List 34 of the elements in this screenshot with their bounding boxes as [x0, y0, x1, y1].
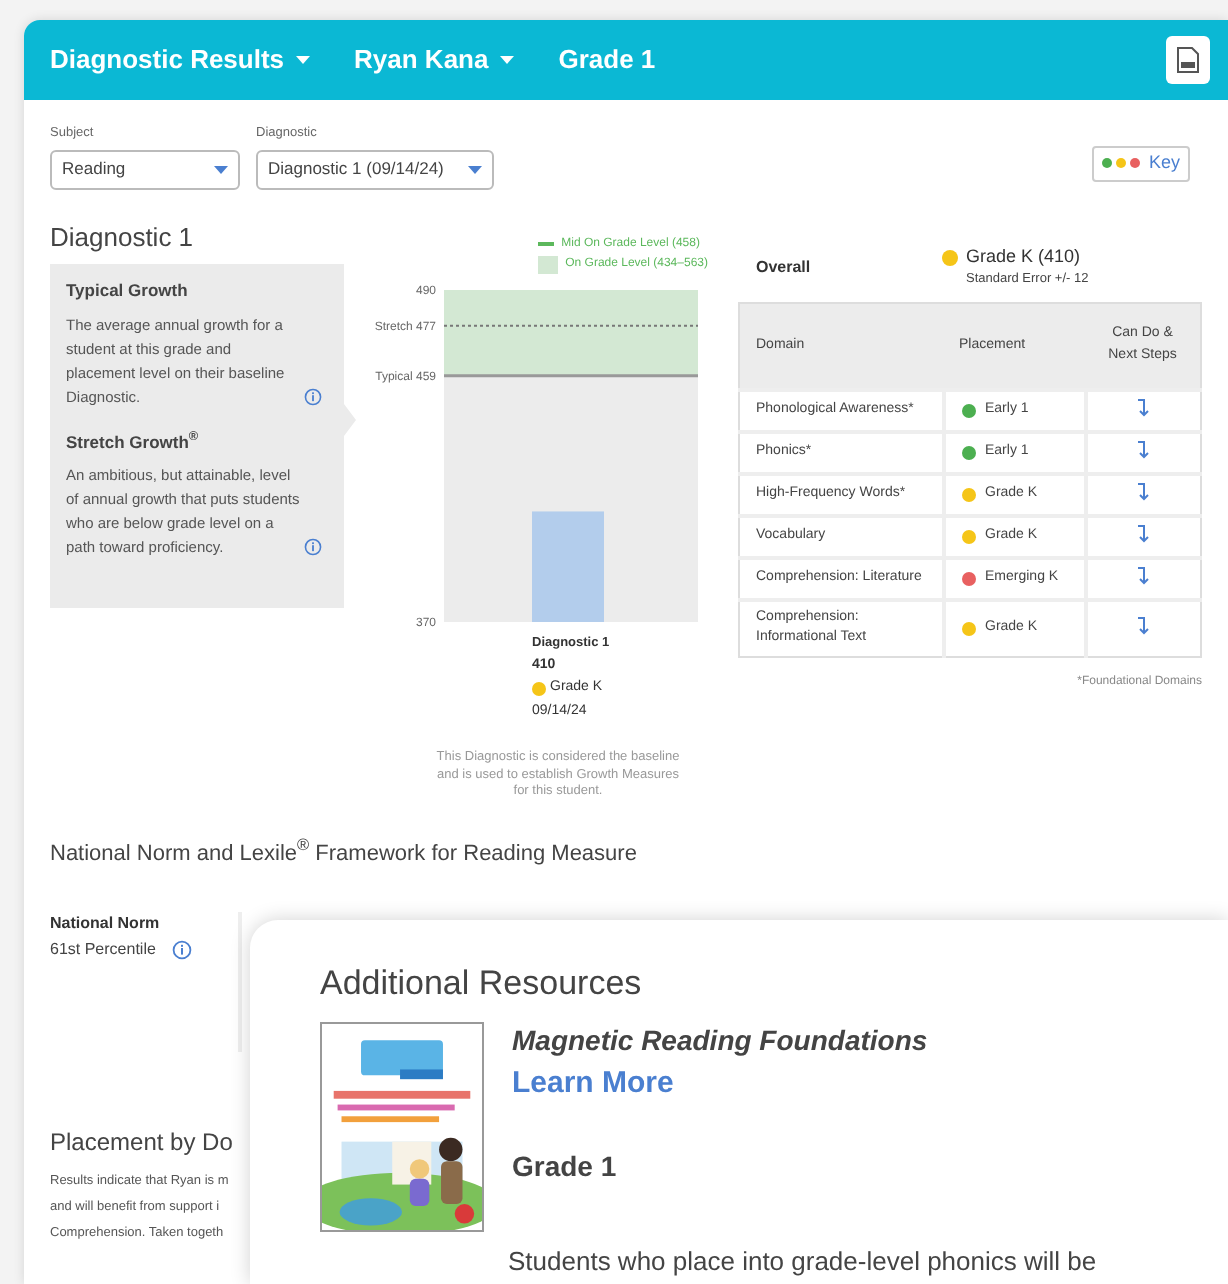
caret-icon: [468, 165, 482, 174]
down-arrow-icon[interactable]: [1136, 566, 1151, 587]
key-button[interactable]: Key: [1092, 145, 1190, 182]
overall-label: Overall: [754, 255, 813, 280]
section-title: Placement by Do: [50, 1126, 235, 1161]
dropdown-field[interactable]: Diagnostic 1 (09/14/24): [256, 149, 494, 190]
info-heading: Stretch Growth$^{®}$: [66, 429, 201, 455]
dropdown-field[interactable]: Reading: [50, 149, 240, 190]
resource-title: Magnetic Reading Foundations: [512, 1026, 928, 1054]
norm-label: National Norm: [50, 912, 162, 937]
norm-value: 61st Percentile: [50, 938, 156, 963]
info-heading: Typical Growth: [66, 277, 190, 303]
down-arrow-icon[interactable]: [1136, 616, 1151, 637]
section-title: National Norm and Lexile$^{®}$ Framework for Reading Measure: [48, 837, 639, 870]
dialog-title: Additional Resources: [320, 966, 644, 1000]
pdf-file-icon: [1176, 46, 1200, 74]
menu-dropdown[interactable]: Ryan Kana: [354, 40, 515, 80]
overall-placement: Grade K (410): [966, 243, 1081, 270]
section-title: Diagnostic 1: [50, 219, 196, 256]
down-arrow-icon[interactable]: [1136, 482, 1151, 503]
caret-icon: [214, 165, 228, 174]
down-arrow-icon[interactable]: [1136, 524, 1151, 545]
down-arrow-icon[interactable]: [1136, 398, 1151, 419]
grade-label: Grade 1: [558, 42, 656, 79]
down-arrow-icon[interactable]: [1136, 440, 1151, 461]
legend-swatch: [537, 255, 558, 274]
resource-description: Students who place into grade-level phonics will be: [508, 1244, 1099, 1280]
learn-more-link[interactable]: Learn More: [512, 1068, 674, 1098]
info-icon[interactable]: [304, 538, 322, 557]
menu-dropdown[interactable]: Diagnostic Results: [50, 40, 311, 80]
info-icon[interactable]: [304, 387, 322, 405]
grade-label: Grade 1: [512, 1152, 619, 1180]
pdf-button[interactable]: [1166, 36, 1210, 84]
info-icon[interactable]: [171, 940, 192, 961]
